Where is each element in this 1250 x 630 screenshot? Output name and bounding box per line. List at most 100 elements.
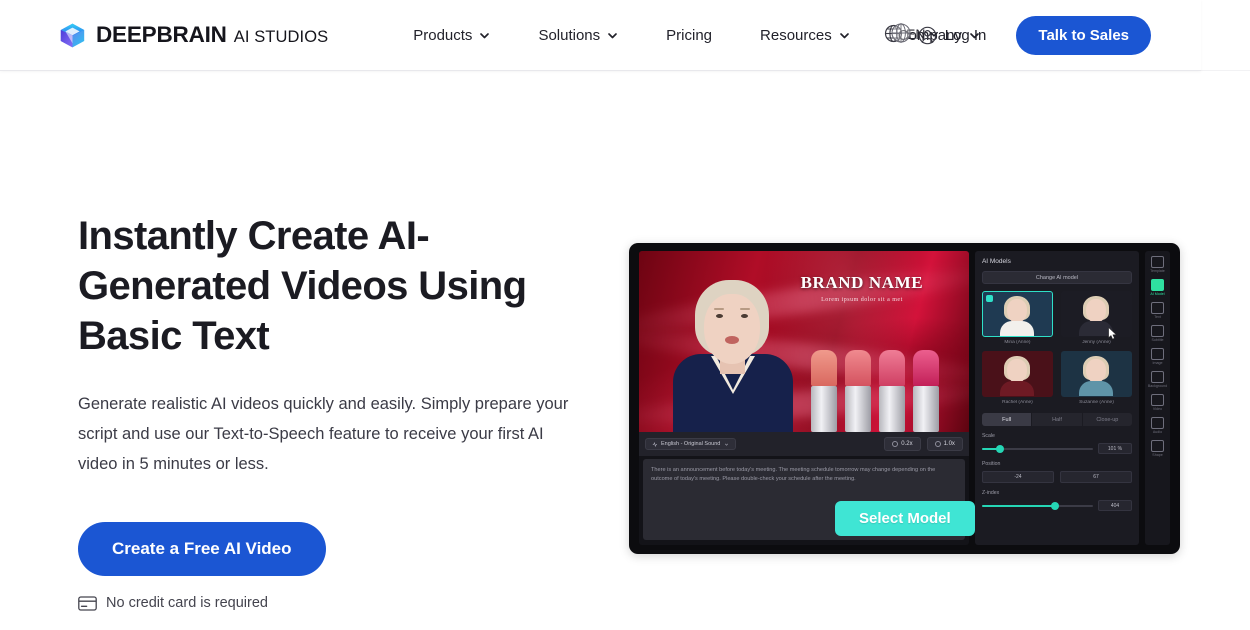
brand-logo[interactable]: DEEPBRAIN AI STUDIOS bbox=[59, 22, 328, 49]
rail-item-video[interactable]: Video bbox=[1146, 394, 1170, 411]
globe-icon bbox=[884, 24, 903, 43]
scale-slider-handle[interactable] bbox=[996, 444, 1005, 453]
nav-item-label: Products bbox=[413, 26, 473, 44]
rail-item-text[interactable]: Text bbox=[1146, 302, 1170, 319]
brand-name: DEEPBRAIN bbox=[96, 22, 227, 47]
chevron-down-icon bbox=[479, 30, 490, 41]
lipstick-product-group bbox=[810, 340, 961, 432]
select-model-button[interactable]: Select Model bbox=[835, 501, 975, 536]
tab-half[interactable]: Half bbox=[1032, 413, 1083, 426]
scale-field: Scale 101 % bbox=[981, 433, 1132, 454]
editor-toolbar: English - Original Sound 0.2x 1.0x bbox=[639, 432, 969, 456]
ai-model-name: Jenny (Anne) bbox=[1082, 340, 1111, 345]
nav-item-solutions[interactable]: Solutions bbox=[514, 19, 642, 52]
clock-icon bbox=[934, 441, 941, 447]
video-icon bbox=[1151, 394, 1164, 406]
top-navbar: DEEPBRAIN AI STUDIOS Products Solutions … bbox=[0, 0, 1201, 71]
zindex-slider-handle[interactable] bbox=[1050, 501, 1059, 510]
rail-item-label: AI Model bbox=[1150, 292, 1165, 296]
scale-label: Scale bbox=[981, 433, 995, 439]
ai-model-grid: Mina (Anne) Jenny (Anne) Rachel (Anne) S… bbox=[981, 291, 1132, 405]
chevron-down-icon bbox=[839, 30, 850, 41]
ai-model-card[interactable]: Rachel (Anne) bbox=[981, 351, 1053, 405]
ai-model-card[interactable]: Suzanne (Anne) bbox=[1060, 351, 1132, 405]
change-ai-model-button[interactable]: Change AI model bbox=[981, 271, 1132, 284]
subtitle-icon bbox=[1151, 325, 1164, 337]
image-icon bbox=[1151, 348, 1164, 360]
nav-item-resources[interactable]: Resources bbox=[736, 19, 874, 52]
product-mockup: BRAND NAME Lorem ipsum dolor sit a met E… bbox=[629, 243, 1180, 554]
ai-model-name: Mina (Anne) bbox=[1004, 340, 1031, 345]
lipstick-item bbox=[878, 350, 905, 432]
position-x-input[interactable]: -24 bbox=[981, 471, 1054, 483]
rail-item-label: Audio bbox=[1152, 430, 1163, 434]
hero-copy: Instantly Create AI-Generated Videos Usi… bbox=[78, 211, 608, 611]
rail-item-background[interactable]: Background bbox=[1146, 371, 1170, 388]
scale-value[interactable]: 101 % bbox=[1098, 443, 1132, 454]
wave-icon bbox=[652, 441, 657, 447]
clock-icon bbox=[892, 441, 899, 447]
avatar-brow bbox=[740, 308, 750, 310]
ai-model-card[interactable]: Mina (Anne) bbox=[981, 291, 1053, 345]
cube-logo-icon bbox=[59, 22, 86, 49]
nav-item-label: Solutions bbox=[538, 26, 601, 44]
speed-chip-label: 0.2x bbox=[901, 441, 913, 447]
create-free-ai-video-button[interactable]: Create a Free AI Video bbox=[78, 522, 326, 576]
zindex-value[interactable]: 404 bbox=[1098, 500, 1132, 511]
rail-item-image[interactable]: Image bbox=[1146, 348, 1170, 365]
brand-wordmark: DEEPBRAIN AI STUDIOS bbox=[96, 22, 328, 48]
language-switcher[interactable]: EN bbox=[884, 24, 939, 43]
avatar-eye bbox=[741, 314, 748, 318]
rail-item-label: Subtitle bbox=[1151, 338, 1164, 342]
position-y-input[interactable]: 67 bbox=[1059, 471, 1132, 483]
rail-item-ai-model[interactable]: AI Model bbox=[1146, 279, 1170, 296]
template-icon bbox=[1151, 256, 1164, 268]
ai-models-panel: AI Models Change AI model Mina (Anne) Je… bbox=[974, 251, 1139, 545]
rail-item-label: Image bbox=[1152, 361, 1163, 365]
audio-icon bbox=[1151, 417, 1164, 429]
credit-card-icon bbox=[78, 595, 97, 611]
lipstick-item bbox=[912, 350, 939, 432]
hero-description: Generate realistic AI videos quickly and… bbox=[78, 395, 569, 473]
language-label: EN bbox=[906, 25, 926, 42]
nav-item-label: Pricing bbox=[666, 26, 713, 44]
hero-section: Instantly Create AI-Generated Videos Usi… bbox=[0, 71, 1250, 630]
ai-model-card[interactable]: Jenny (Anne) bbox=[1060, 291, 1132, 345]
lipstick-item bbox=[844, 350, 871, 432]
zindex-slider[interactable] bbox=[981, 501, 1093, 510]
no-credit-card-note: No credit card is required bbox=[78, 595, 608, 611]
zindex-field: Z-index 404 bbox=[981, 490, 1132, 511]
position-label: Position bbox=[981, 461, 1001, 467]
talk-to-sales-button[interactable]: Talk to Sales bbox=[1016, 16, 1151, 55]
text-icon bbox=[1151, 302, 1164, 314]
avatar-brow bbox=[714, 308, 724, 310]
rail-item-template[interactable]: Template bbox=[1146, 256, 1170, 273]
nav-actions: Log In Talk to Sales bbox=[918, 0, 1151, 71]
nav-item-label: Resources bbox=[760, 26, 832, 44]
avatar-face bbox=[704, 294, 760, 364]
duration-chip-label: 1.0x bbox=[943, 441, 955, 447]
position-field: Position -24 67 bbox=[981, 461, 1132, 483]
avatar-eye bbox=[716, 314, 723, 318]
ai-model-name: Rachel (Anne) bbox=[1002, 400, 1033, 405]
tab-full[interactable]: Full bbox=[981, 413, 1033, 426]
page-root: DEEPBRAIN AI STUDIOS Products Solutions … bbox=[0, 0, 1250, 630]
no-credit-card-label: No credit card is required bbox=[106, 595, 268, 611]
scale-slider[interactable] bbox=[981, 444, 1093, 453]
rail-item-label: Background bbox=[1147, 384, 1168, 388]
ai-models-panel-title: AI Models bbox=[981, 258, 1011, 265]
editor-icon-rail: Template AI Model Text Subtitle Image Ba… bbox=[1145, 251, 1171, 545]
rail-item-shape[interactable]: Shape bbox=[1146, 440, 1170, 457]
video-stage-preview[interactable]: BRAND NAME Lorem ipsum dolor sit a met bbox=[639, 251, 969, 432]
speed-chip[interactable]: 0.2x bbox=[884, 437, 921, 451]
background-icon bbox=[1151, 371, 1164, 383]
nav-item-pricing[interactable]: Pricing bbox=[642, 19, 736, 52]
page-title: Instantly Create AI-Generated Videos Usi… bbox=[78, 214, 527, 358]
rail-item-audio[interactable]: Audio bbox=[1146, 417, 1170, 434]
nav-item-products[interactable]: Products bbox=[389, 19, 514, 52]
audio-language-chip[interactable]: English - Original Sound bbox=[645, 438, 737, 450]
duration-chip[interactable]: 1.0x bbox=[926, 437, 963, 451]
rail-item-subtitle[interactable]: Subtitle bbox=[1146, 325, 1170, 342]
shape-icon bbox=[1151, 440, 1164, 452]
tab-closeup[interactable]: Close-up bbox=[1083, 413, 1132, 426]
